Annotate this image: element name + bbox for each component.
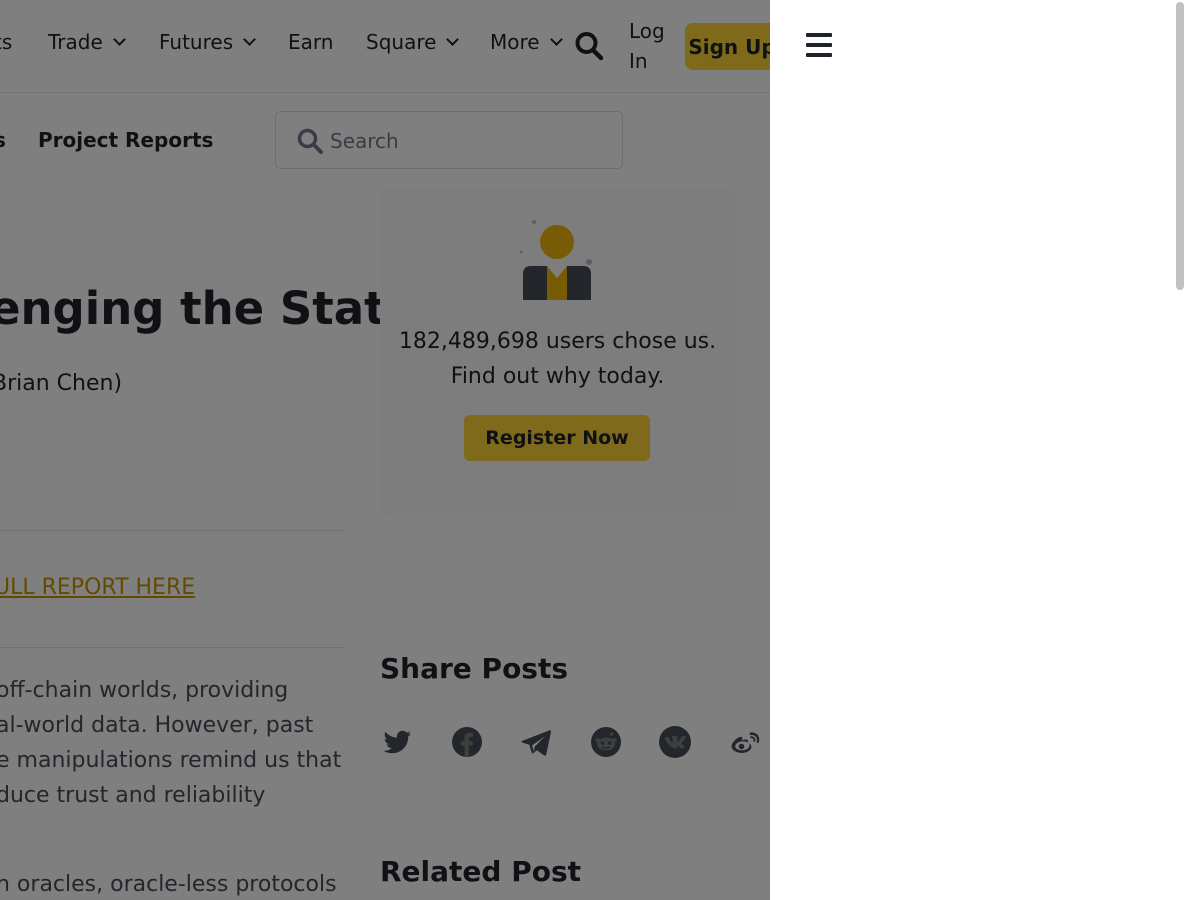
menu-icon-bar [806,53,832,57]
side-drawer [770,0,1186,900]
menu-icon-bar [806,43,832,47]
menu-icon-bar [806,33,832,37]
page: ts Trade Futures Earn Square More Log In… [0,0,1186,900]
scrollbar[interactable] [1172,0,1186,900]
menu-icon[interactable] [806,33,832,59]
modal-overlay[interactable] [0,0,770,900]
scrollbar-thumb[interactable] [1176,2,1184,290]
